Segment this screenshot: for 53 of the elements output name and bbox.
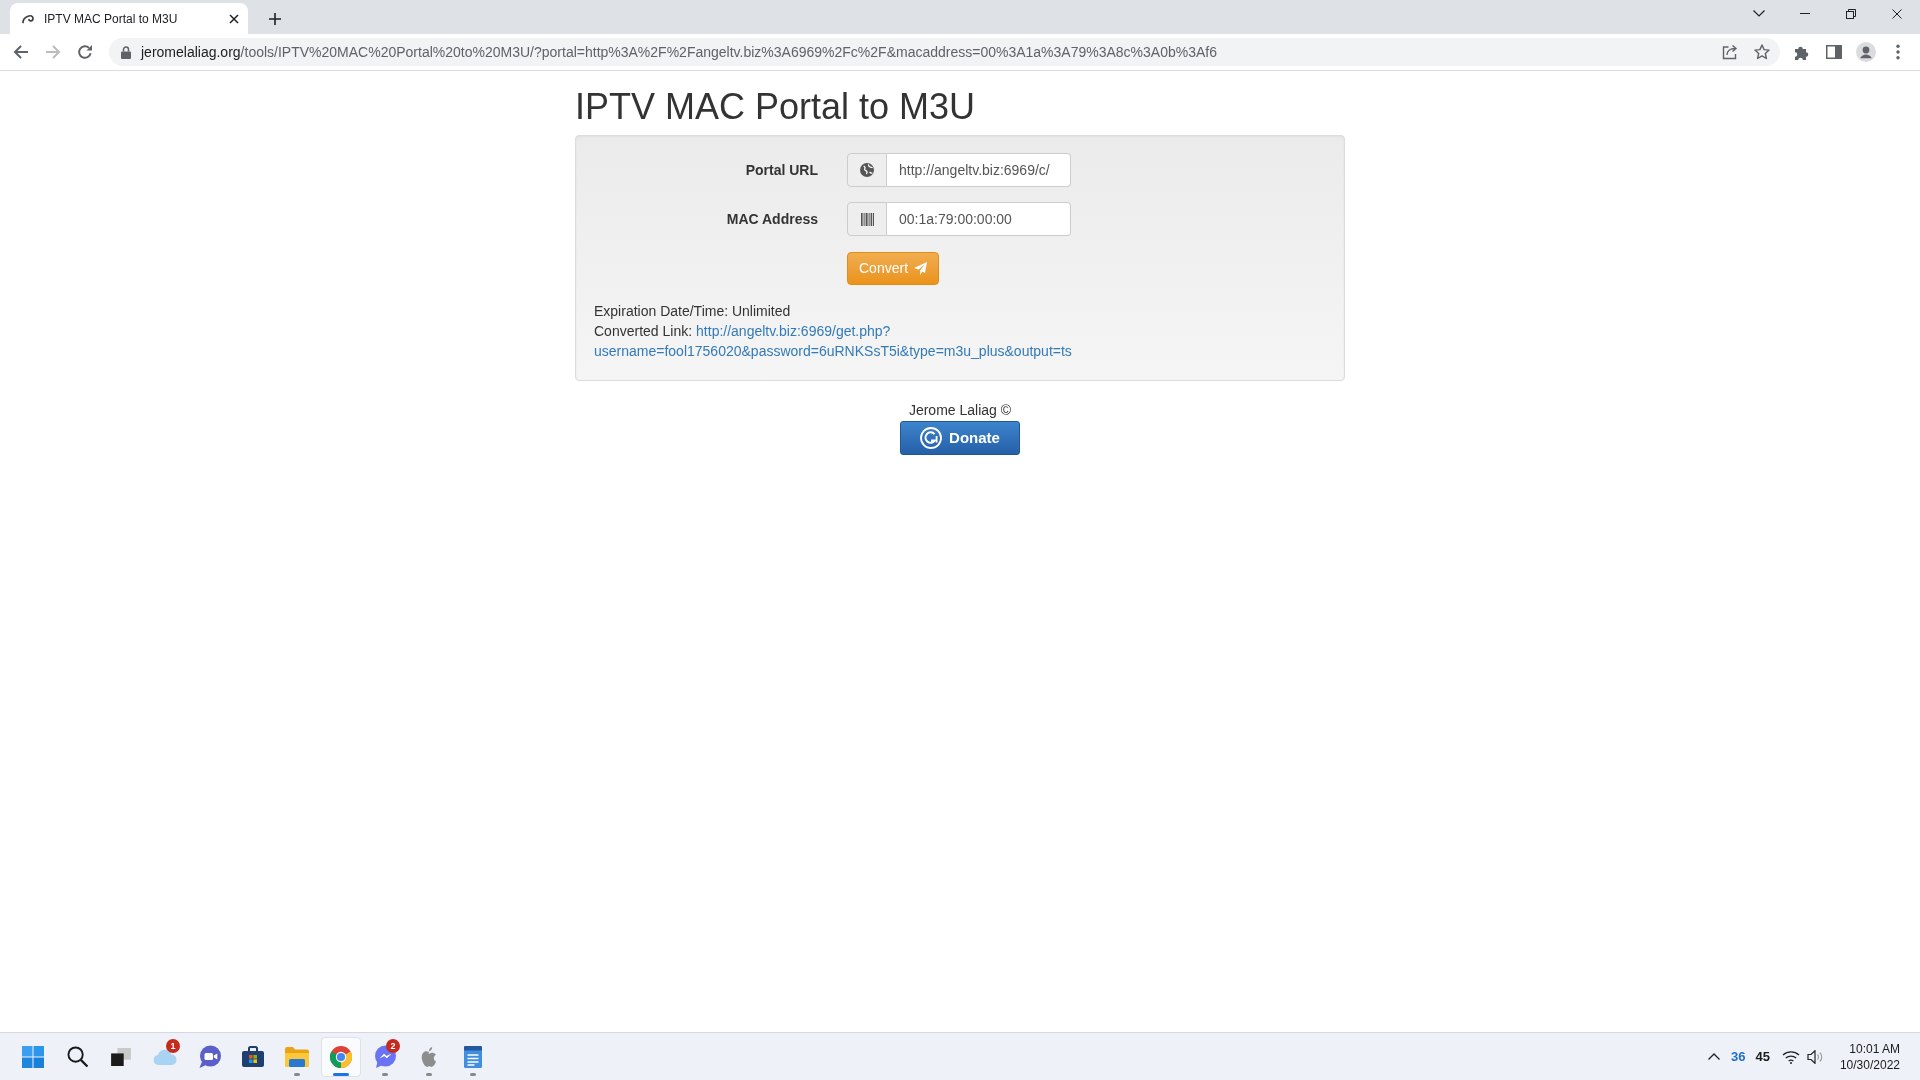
star-icon[interactable] [1754,44,1770,60]
notepad-icon[interactable] [464,1045,482,1068]
barcode-icon [860,212,874,226]
converted-link[interactable]: http://angeltv.biz:6969/get.php? [696,321,891,341]
chevron-down-icon[interactable] [1753,10,1765,17]
search-icon[interactable] [66,1046,88,1067]
clock-date: 10/30/2022 [1839,1056,1900,1073]
wifi-icon[interactable] [1781,1049,1800,1064]
shopping-bag-icon[interactable] [242,1046,264,1067]
restore-icon[interactable] [1846,8,1856,19]
back-arrow-icon[interactable] [13,44,29,60]
field-label: Portal URL [745,160,818,180]
close-icon[interactable] [229,13,239,24]
paper-plane-icon [914,262,928,275]
browser-logo-icon[interactable] [330,1045,352,1068]
page-title: IPTV MAC Portal to M3U [575,87,976,127]
mac-address-input[interactable]: 00:1a:79:00:00:00 [887,202,1071,236]
plus-icon[interactable] [269,12,281,25]
speaker-icon[interactable] [1806,1049,1823,1064]
cloud-icon[interactable] [153,1048,177,1065]
converted-link[interactable]: username=fool1756020&password=6uRNKSsT5i&type=m3u_plus&output=ts [594,341,1072,361]
reload-icon[interactable] [77,44,93,60]
start-icon[interactable] [22,1045,44,1068]
overlapping-squares-icon[interactable] [111,1047,131,1066]
close-icon[interactable] [1892,8,1902,19]
url-input[interactable]: http://angeltv.biz:6969/c/ [887,153,1071,187]
url-text: jeromelaliag.org/tools/IPTV%20MAC%20Portal%20to%20M3U/?portal=http%3A%2F%2Fangeltv.biz%3A6969%2Fc%2F&macaddress=00%3A1a%3A79%3A8c%3A0b%3Af6 [141,42,1217,62]
swirl-icon [22,13,34,24]
tray-reading: 36 [1731,1047,1746,1066]
puzzle-icon[interactable] [1794,44,1810,60]
lock-icon [121,45,131,59]
address-field[interactable]: jeromelaliag.org/tools/IPTV%20MAC%20Portal%20to%20M3U/?portal=http%3A%2F%2Fangeltv.biz%3A6969%2Fc%2F&macaddress=00%3A1a%3A79%3A8c%3A0b%3Af6 [109,38,1780,66]
notification-badge: 2 [386,1038,400,1053]
share-icon[interactable] [1722,44,1738,60]
circle-logo-icon [920,427,943,449]
expiration-text: Expiration Date/Time: Unlimited [594,302,791,321]
avatar-icon[interactable] [1856,42,1876,62]
tray-reading: 45 [1755,1047,1770,1066]
side-panel-icon[interactable] [1826,45,1842,59]
converted-link-label: Converted Link: [594,322,693,341]
clock-time: 10:01 AM [1849,1040,1900,1057]
field-label: MAC Address [726,209,818,229]
chevron-up-icon[interactable] [1708,1053,1720,1060]
menu-icon[interactable] [1896,44,1900,60]
folder-icon[interactable] [285,1046,309,1067]
notification-badge: 1 [166,1038,180,1053]
apple-icon[interactable] [421,1046,437,1067]
copyright-text: Jerome Laliag © [908,401,1012,420]
chat-bubble-icon[interactable] [373,1045,397,1068]
globe-icon [860,163,874,177]
video-chat-icon[interactable] [197,1045,221,1068]
donate-button[interactable]: Donate [900,421,1020,455]
browser-tab[interactable]: IPTV MAC Portal to M3U [10,3,248,34]
